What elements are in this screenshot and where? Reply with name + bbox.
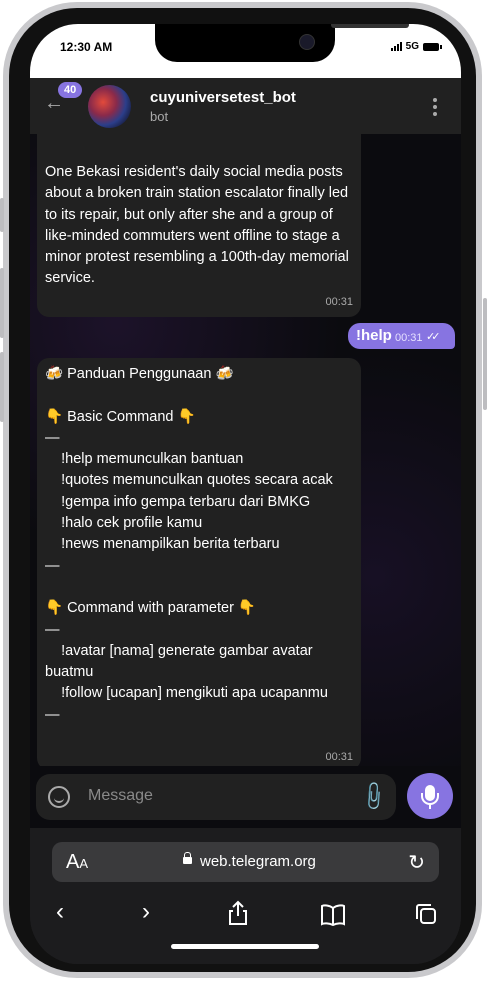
speaker bbox=[331, 24, 409, 28]
camera bbox=[299, 34, 315, 50]
smile-icon[interactable] bbox=[48, 786, 70, 808]
message-time: 00:31 bbox=[325, 750, 353, 763]
message-line: — bbox=[45, 706, 60, 723]
message-placeholder: Message bbox=[88, 787, 153, 804]
read-checks-icon: ✓✓ bbox=[426, 331, 441, 343]
notch bbox=[155, 24, 409, 62]
unread-badge: 40 bbox=[58, 82, 83, 98]
message-line: — bbox=[45, 429, 60, 446]
address-domain: web.telegram.org bbox=[200, 853, 316, 870]
message-time: 00:31 bbox=[325, 295, 353, 308]
message-incoming: 🍻 Panduan Penggunaan 🍻 👇 Basic Command 👇… bbox=[37, 358, 361, 766]
menu-dots-icon[interactable] bbox=[433, 98, 437, 119]
composer: Message 📎 bbox=[30, 766, 461, 828]
chat-header: ← 40 cuyuniversetest_bot bot bbox=[30, 78, 461, 134]
message-line: — bbox=[45, 621, 60, 638]
message-line bbox=[45, 577, 351, 598]
status-time: 12:30 AM bbox=[60, 40, 113, 54]
back-icon[interactable]: ‹ bbox=[56, 898, 64, 926]
browser-toolbar: AA web.telegram.org ↻ ‹ › bbox=[30, 828, 461, 964]
message-text: !help bbox=[356, 327, 392, 344]
message-time: 00:31 bbox=[395, 332, 423, 344]
message-line: !avatar [nama] generate gambar avatar bu… bbox=[45, 642, 317, 681]
message-line: !follow [ucapan] mengikuti apa ucapanmu bbox=[45, 685, 328, 702]
volume-up-button bbox=[0, 268, 4, 338]
network-label: 5G bbox=[405, 41, 419, 52]
message-outgoing: !help 00:31 ✓✓ bbox=[348, 323, 455, 349]
signal-icon bbox=[390, 42, 402, 51]
text-size-button[interactable]: AA bbox=[66, 851, 88, 874]
message-line: !gempa info gempa terbaru dari BMKG bbox=[45, 493, 311, 510]
home-indicator bbox=[171, 944, 319, 949]
message-list[interactable]: One Bekasi resident's daily social media… bbox=[30, 134, 461, 766]
message-line: !halo cek profile kamu bbox=[45, 515, 203, 532]
message-line bbox=[45, 385, 351, 406]
forward-icon[interactable]: › bbox=[142, 898, 150, 926]
address-bar[interactable]: AA web.telegram.org ↻ bbox=[52, 842, 439, 882]
message-text: One Bekasi resident's daily social media… bbox=[45, 164, 349, 287]
silent-switch bbox=[0, 198, 4, 232]
bookmarks-icon[interactable] bbox=[320, 904, 346, 926]
message-incoming: One Bekasi resident's daily social media… bbox=[37, 134, 361, 317]
attach-icon[interactable]: 📎 bbox=[356, 779, 391, 814]
avatar[interactable] bbox=[88, 85, 131, 128]
mic-button[interactable] bbox=[407, 773, 453, 819]
message-line: 🍻 Panduan Penggunaan 🍻 bbox=[45, 366, 234, 382]
lock-icon bbox=[183, 852, 192, 864]
screen: 12:30 AM 5G ← 40 cuyuniversetest_bot bot… bbox=[30, 24, 461, 964]
message-line: !help memunculkan bantuan bbox=[45, 451, 244, 468]
battery-icon bbox=[423, 42, 442, 51]
message-line: !news menampilkan berita terbaru bbox=[45, 536, 280, 553]
status-indicators: 5G bbox=[390, 41, 442, 52]
message-line: 👇 Command with parameter 👇 bbox=[45, 600, 256, 617]
message-input[interactable]: Message 📎 bbox=[36, 774, 396, 820]
tabs-icon[interactable] bbox=[414, 902, 438, 926]
chat-subtitle: bot bbox=[150, 109, 169, 124]
status-bar: 12:30 AM 5G bbox=[30, 24, 461, 78]
message-line: 👇 Basic Command 👇 bbox=[45, 408, 196, 425]
share-icon[interactable] bbox=[227, 900, 249, 926]
message-line: !quotes memunculkan quotes secara acak bbox=[45, 472, 333, 489]
volume-down-button bbox=[0, 352, 4, 422]
power-button bbox=[483, 298, 487, 410]
message-line: — bbox=[45, 557, 60, 574]
reload-icon[interactable]: ↻ bbox=[408, 850, 425, 875]
chat-title[interactable]: cuyuniversetest_bot bbox=[150, 89, 296, 106]
